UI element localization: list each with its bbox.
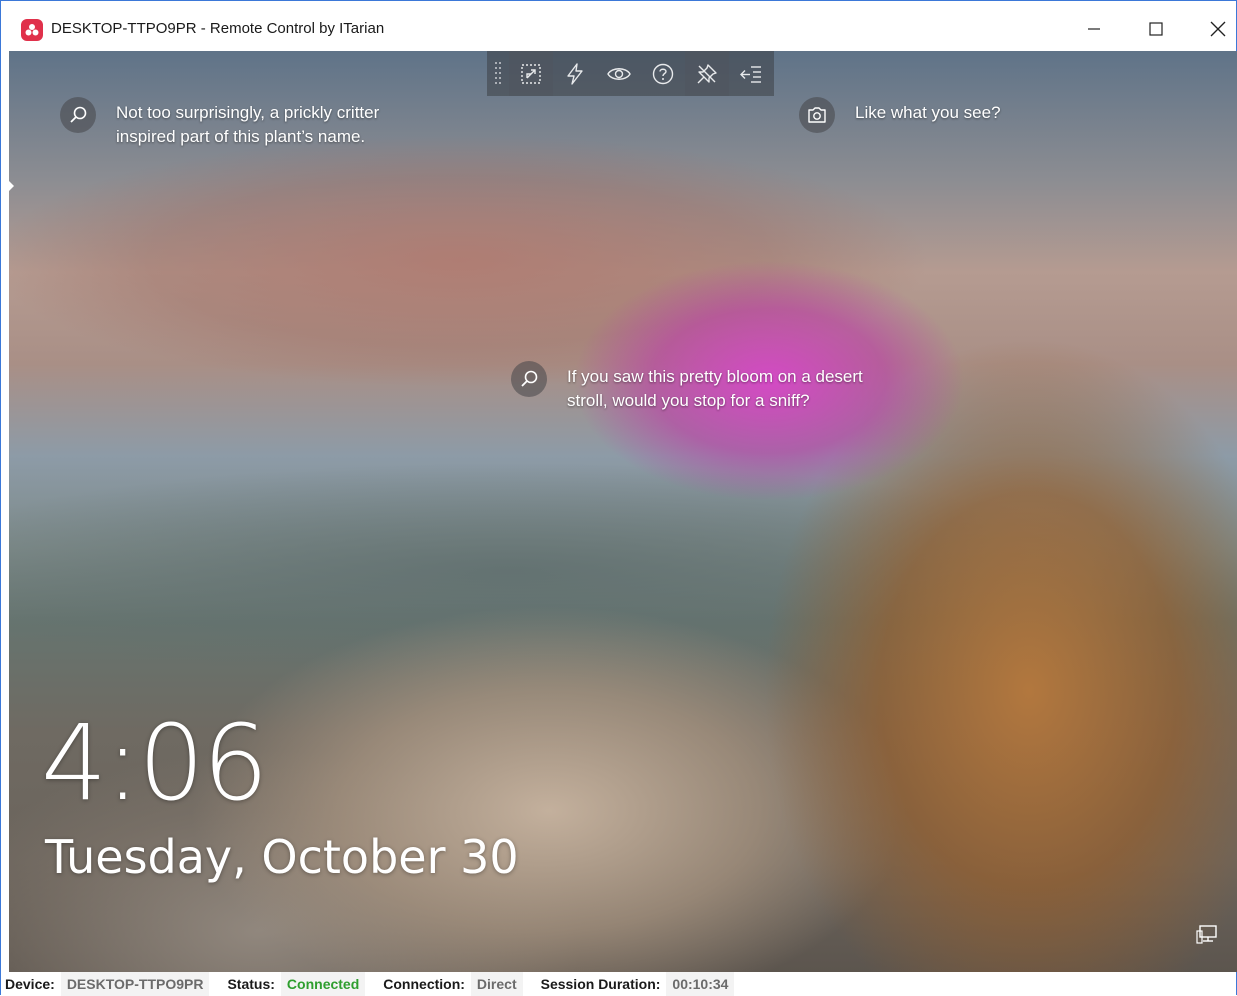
unpin-icon [697,63,717,83]
lightning-icon [567,62,583,85]
hotspot-caption: If you saw this pretty bloom on a desert… [567,367,863,410]
toolbar-help-button[interactable] [641,51,685,96]
minimize-button[interactable] [1071,9,1117,49]
help-icon [652,63,674,84]
remote-desktop-view[interactable]: Not too surprisingly, a prickly critter … [9,51,1237,972]
spotlight-hotspot[interactable]: Not too surprisingly, a prickly critter … [60,97,436,149]
toolbar-fit-screen-button[interactable] [509,51,553,96]
toolbar-actions-button[interactable] [553,51,597,96]
hotspot-caption: Not too surprisingly, a prickly critter … [116,103,380,146]
connection-label: Connection: [383,976,465,992]
remote-control-toolbar [487,51,774,96]
minimize-icon [1088,28,1100,30]
collapse-toolbar-icon [740,65,761,83]
toolbar-unpin-button[interactable] [685,51,729,96]
lockscreen-time: 4:06 [41,702,269,824]
status-bar: Device: DESKTOP-TTPO9PR Status: Connecte… [1,972,1236,996]
connection-value: Direct [470,972,523,996]
title-bar[interactable]: DESKTOP-TTPO9PR - Remote Control by ITar… [1,1,1236,51]
toolbar-drag-handle[interactable] [487,51,509,96]
device-value: DESKTOP-TTPO9PR [60,972,210,996]
device-label: Device: [5,976,55,992]
search-icon [511,361,547,397]
fit-screen-icon [521,63,541,84]
eye-icon [607,67,631,80]
search-icon [60,97,96,133]
network-icon[interactable] [1195,923,1219,947]
close-icon [1210,21,1226,37]
itarian-logo-icon [21,19,43,41]
spotlight-hotspot[interactable]: If you saw this pretty bloom on a desert… [511,361,907,413]
toolbar-collapse-button[interactable] [729,51,773,96]
close-button[interactable] [1195,9,1237,49]
edge-arrow-icon [9,181,14,191]
session-duration-value: 00:10:34 [666,972,735,996]
status-label: Status: [227,976,275,992]
maximize-button[interactable] [1133,9,1179,49]
remote-control-window: DESKTOP-TTPO9PR - Remote Control by ITar… [0,0,1237,996]
grip-icon [495,61,501,84]
lockscreen-date: Tuesday, October 30 [45,830,519,884]
session-duration-label: Session Duration: [540,976,661,992]
maximize-icon [1149,22,1163,36]
toolbar-view-button[interactable] [597,51,641,96]
like-what-you-see-hotspot[interactable]: Like what you see? [799,97,1001,133]
camera-icon [799,97,835,133]
window-title: DESKTOP-TTPO9PR - Remote Control by ITar… [51,20,385,37]
hotspot-caption: Like what you see? [855,103,1001,122]
status-value: Connected [280,972,366,996]
